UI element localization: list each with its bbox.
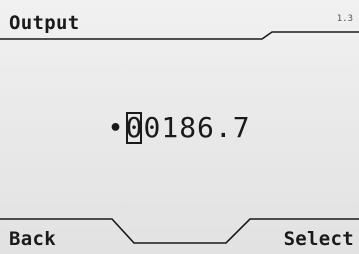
value-sign: • [108, 115, 123, 141]
editable-value[interactable]: 0 0 1 8 6 . 7 [125, 111, 250, 145]
value-decimal-point: . [214, 111, 232, 144]
select-softkey[interactable]: Select [284, 228, 354, 250]
value-digit[interactable]: 1 [161, 111, 179, 145]
value-editor[interactable]: • 0 0 1 8 6 . 7 [0, 111, 359, 145]
value-digit-cursor[interactable]: 0 [125, 111, 143, 145]
value-digit[interactable]: 6 [197, 111, 215, 145]
value-digit[interactable]: 7 [232, 111, 250, 145]
back-softkey[interactable]: Back [9, 228, 56, 250]
page-title: Output [9, 12, 80, 34]
value-digit[interactable]: 8 [179, 111, 197, 145]
display-screen: Output 1.3 • 0 0 1 8 6 . 7 Back Select [0, 0, 359, 254]
value-digit[interactable]: 0 [143, 111, 161, 145]
page-indicator: 1.3 [336, 14, 353, 24]
